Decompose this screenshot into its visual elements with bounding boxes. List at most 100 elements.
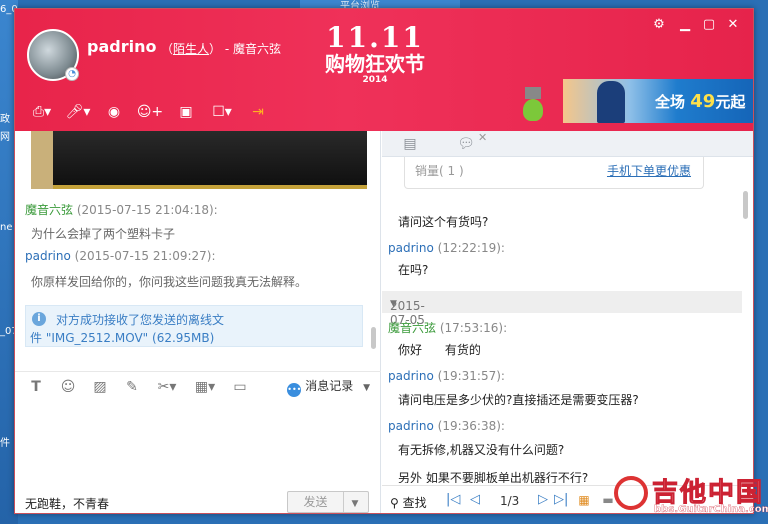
first-page-icon[interactable]: |◁ xyxy=(446,492,460,507)
prev-page-icon[interactable]: ◁ xyxy=(470,492,480,507)
message-text: 另外 如果不要脚板单出机器行不行? xyxy=(398,471,589,483)
search-icon: ⚲ xyxy=(390,496,399,510)
image-icon[interactable]: ▨ xyxy=(89,377,111,397)
voice-call-icon[interactable]: 🎤︎▾ xyxy=(63,101,93,123)
sender-name: padrino xyxy=(388,419,434,433)
message-text: 你好 有货的 xyxy=(398,343,481,357)
sender-name: padrino xyxy=(388,369,434,383)
file-transfer-icon[interactable]: ⎙▾ xyxy=(27,101,57,123)
message-header: padrino (2015-07-15 21:09:27): xyxy=(25,249,216,263)
history-pane: ▤ 💬︎ ✕ 销量( 1 ) 手机下单更优惠 请问这个有货吗? padrino … xyxy=(382,131,753,513)
edit-icon[interactable]: ✎ xyxy=(121,377,143,397)
message-text: 在吗? xyxy=(398,263,429,277)
header-toolbar: ⎙▾ 🎤︎▾ ◉ ☺+ ▣ ☐▾ ⇥ xyxy=(27,101,273,125)
contact-name[interactable]: padrino xyxy=(87,37,156,56)
maximize-icon[interactable]: ▢ xyxy=(701,17,717,33)
page-indicator: 1/3 xyxy=(500,494,520,508)
file-received-notice: i 对方成功接收了您发送的离线文 件 "IMG_2512.MOV" (62.95… xyxy=(25,305,363,347)
message-text: 有无拆修,机器又没有什么问题? xyxy=(398,443,565,457)
message-header: padrino (19:36:38): xyxy=(388,419,505,433)
chat-scrollbar[interactable] xyxy=(371,327,376,349)
product-sales: 销量( 1 ) xyxy=(415,164,464,178)
relation-paren-open: （ xyxy=(161,42,174,56)
mascot-icon[interactable] xyxy=(521,87,545,123)
watermark-url: bbs.GuitarChina.com xyxy=(654,504,768,515)
desktop-label[interactable]: 政 xyxy=(0,110,10,125)
desktop-label[interactable]: ne xyxy=(0,222,13,233)
promo-logo-year: 2014 xyxy=(362,75,388,85)
message-header: padrino (19:31:57): xyxy=(388,369,505,383)
monitor-icon[interactable]: ▭ xyxy=(229,377,251,397)
message-time: (19:31:57): xyxy=(437,369,505,383)
user-signature: 无跑鞋，不青春 xyxy=(25,497,110,511)
send-options-arrow[interactable]: ▼ xyxy=(344,494,366,513)
history-scrollbar[interactable] xyxy=(743,191,748,219)
sender-name: 魔音六弦 xyxy=(388,321,437,335)
message-time: (2015-07-15 21:04:18): xyxy=(76,203,218,217)
next-page-icon[interactable]: ▷ xyxy=(538,492,548,507)
promo-logo[interactable]: 11.11 购物狂欢节 2014 xyxy=(305,23,445,87)
ad-price: 49 xyxy=(690,91,716,112)
send-label[interactable]: 发送 xyxy=(288,492,344,512)
close-icon[interactable]: ✕ xyxy=(478,131,487,144)
chat-window: ◔ padrino （陌生人） - 魔音六弦 11.11 购物狂欢节 2014 … xyxy=(14,8,754,514)
input-footer: 无跑鞋，不青春 发送 ▼ xyxy=(15,481,381,513)
notice-line-1: 对方成功接收了您发送的离线文 xyxy=(56,313,225,327)
message-text: 请问这个有货吗? xyxy=(398,215,489,229)
exit-icon[interactable]: ⇥ xyxy=(243,101,273,123)
watermark-logo xyxy=(614,476,648,510)
ad-text: 全场 49元起 xyxy=(655,91,746,112)
message-text: 你原样发回给你的，你问我这些问题我真无法解释。 xyxy=(31,275,308,289)
sender-name: 魔音六弦 xyxy=(25,203,74,217)
video-call-icon[interactable]: ◉ xyxy=(99,101,129,123)
watermark: 吉他中国 bbs.GuitarChina.com xyxy=(612,470,768,518)
date-separator[interactable]: ▼ 2015-07-05 xyxy=(382,291,742,327)
message-header: 魔音六弦 (17:53:16): xyxy=(388,319,507,336)
side-tabs: ▤ 💬︎ ✕ xyxy=(382,131,753,157)
promo-logo-top: 11.11 xyxy=(326,21,424,54)
app-icon[interactable]: ☐▾ xyxy=(207,101,237,123)
find-button[interactable]: ⚲ 查找 xyxy=(390,494,427,511)
message-header: 魔音六弦 (2015-07-15 21:04:18): xyxy=(25,201,218,218)
desktop-label[interactable]: 件 xyxy=(0,434,10,449)
notice-line-2: 件 "IMG_2512.MOV" (62.95MB) xyxy=(30,331,215,345)
emoji-icon[interactable]: ☺ xyxy=(57,377,79,397)
relation-paren-close: ） xyxy=(209,42,222,56)
contact-card-tab[interactable]: ▤ xyxy=(390,133,430,155)
relation-suffix: - 魔音六弦 xyxy=(224,42,282,56)
promo-logo-mid: 购物狂欢节 xyxy=(325,52,425,76)
message-time: (17:53:16): xyxy=(439,321,508,335)
screen-share-icon[interactable]: ▣ xyxy=(171,101,201,123)
find-label: 查找 xyxy=(402,496,427,510)
message-text: 请问电压是多少伏的?直接插还是需要变压器? xyxy=(398,393,639,407)
calendar-icon[interactable]: ▦ xyxy=(576,493,592,507)
send-button[interactable]: 发送 ▼ xyxy=(287,491,369,513)
history-label: 消息记录 xyxy=(305,379,354,393)
minimize-icon[interactable]: ▁ xyxy=(677,17,693,33)
history-icon: ••• xyxy=(287,383,301,397)
add-contact-icon[interactable]: ☺+ xyxy=(135,101,165,123)
message-time: (19:36:38): xyxy=(437,419,505,433)
ad-model-image xyxy=(597,81,625,123)
close-icon[interactable]: ✕ xyxy=(725,17,741,33)
screenshot-icon[interactable]: ✂▾ xyxy=(153,377,181,397)
message-header: padrino (12:22:19): xyxy=(388,241,505,255)
message-input[interactable] xyxy=(15,403,381,483)
shared-photo[interactable] xyxy=(31,131,367,189)
message-history-button[interactable]: ••• 消息记录 ▼ xyxy=(287,377,370,397)
desktop-label[interactable]: 网 xyxy=(0,128,10,143)
status-icon: ◔ xyxy=(65,67,79,81)
mobile-order-link[interactable]: 手机下单更优惠 xyxy=(607,162,691,179)
font-icon[interactable]: T xyxy=(25,377,47,397)
info-icon: i xyxy=(32,312,46,326)
message-text: 为什么会掉了两个塑料卡子 xyxy=(31,227,176,241)
sender-name: padrino xyxy=(388,241,434,255)
chat-header: ◔ padrino （陌生人） - 魔音六弦 11.11 购物狂欢节 2014 … xyxy=(15,9,753,131)
last-page-icon[interactable]: ▷| xyxy=(554,492,568,507)
relation-link[interactable]: 陌生人 xyxy=(173,42,209,56)
settings-icon[interactable]: ⚙ xyxy=(651,17,667,33)
table-icon[interactable]: ▦▾ xyxy=(191,377,219,397)
ad-banner[interactable]: 全场 49元起 xyxy=(563,79,753,123)
chevron-down-icon[interactable]: ▼ xyxy=(363,383,370,393)
chat-pane: 魔音六弦 (2015-07-15 21:04:18): 为什么会掉了两个塑料卡子… xyxy=(15,131,381,513)
